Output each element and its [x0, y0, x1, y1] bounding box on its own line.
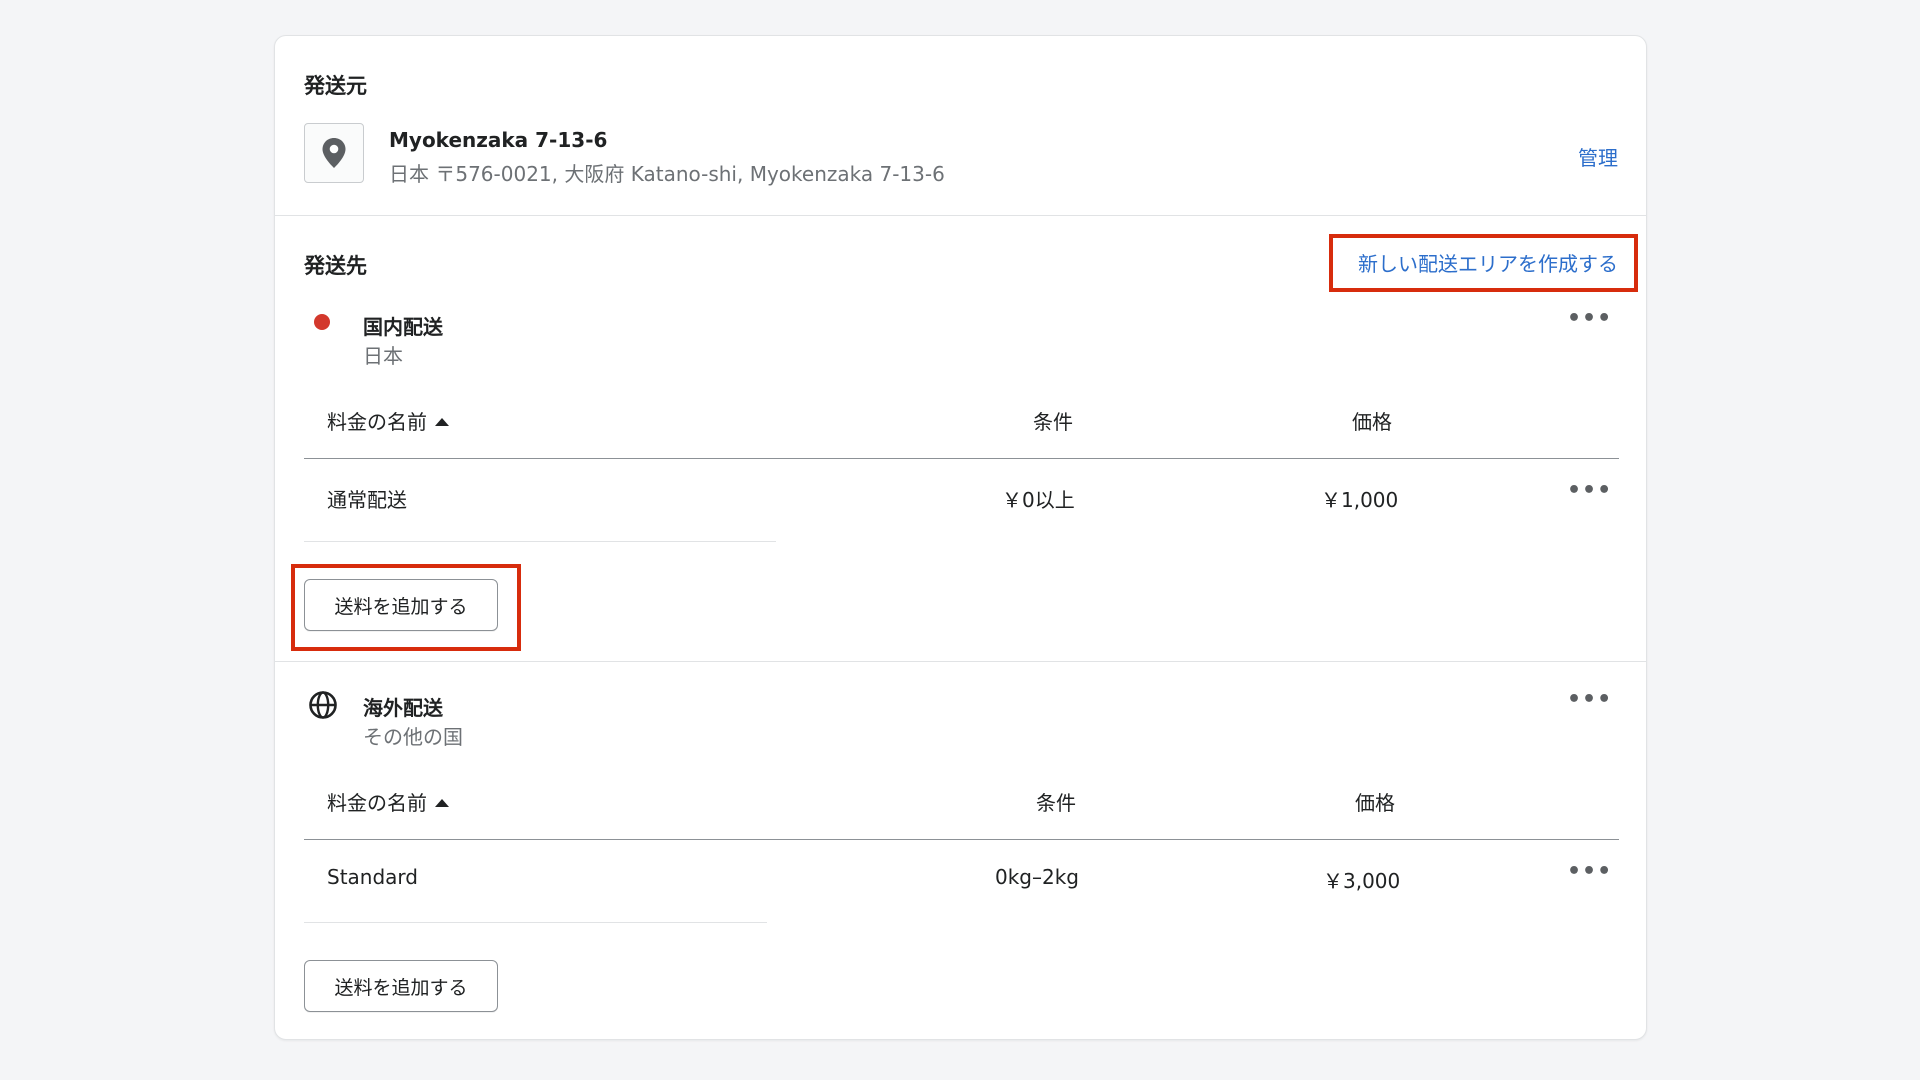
rate-price: ￥3,000	[1323, 869, 1401, 893]
domestic-zone-more-button[interactable]: •••	[1567, 306, 1612, 331]
section-divider	[275, 215, 1646, 216]
destination-heading: 発送先	[304, 254, 367, 278]
rate-price: ￥1,000	[1321, 488, 1399, 512]
column-header-condition: 条件	[1036, 791, 1076, 815]
zone-subtitle: 日本	[363, 344, 403, 368]
rate-more-button[interactable]: •••	[1567, 859, 1612, 884]
manage-location-link[interactable]: 管理	[1578, 142, 1618, 171]
rate-condition: 0kg–2kg	[995, 865, 1080, 889]
location-icon-box	[304, 123, 364, 183]
rate-name: Standard	[327, 865, 418, 889]
rate-condition: ￥0以上	[1002, 488, 1075, 512]
zone-divider	[275, 661, 1646, 662]
zone-subtitle: その他の国	[363, 725, 463, 749]
column-header-rate-name[interactable]: 料金の名前	[327, 406, 449, 435]
add-rate-button[interactable]: 送料を追加する	[304, 579, 498, 631]
row-divider	[304, 541, 776, 542]
sort-ascending-icon	[435, 798, 449, 807]
column-header-rate-name-label: 料金の名前	[327, 791, 427, 815]
globe-icon	[309, 691, 337, 719]
zone-name: 国内配送	[363, 315, 443, 339]
shipping-card: 発送元 Myokenzaka 7-13-6 日本 〒576-0021, 大阪府 …	[274, 35, 1647, 1040]
add-rate-button[interactable]: 送料を追加する	[304, 960, 498, 1012]
rate-name: 通常配送	[327, 488, 407, 512]
location-address: 日本 〒576-0021, 大阪府 Katano-shi, Myokenzaka…	[389, 162, 945, 186]
location-name: Myokenzaka 7-13-6	[389, 128, 608, 152]
zone-name: 海外配送	[363, 696, 443, 720]
domestic-zone-dot	[314, 314, 330, 330]
rate-more-button[interactable]: •••	[1567, 478, 1612, 503]
international-zone-more-button[interactable]: •••	[1567, 687, 1612, 712]
row-divider	[304, 922, 767, 923]
column-header-price: 価格	[1355, 791, 1395, 815]
sort-ascending-icon	[435, 417, 449, 426]
origin-heading: 発送元	[304, 74, 367, 98]
table-header-divider	[304, 839, 1619, 840]
table-header-divider	[304, 458, 1619, 459]
column-header-condition: 条件	[1033, 410, 1073, 434]
column-header-price: 価格	[1352, 410, 1392, 434]
map-pin-icon	[322, 138, 346, 168]
column-header-rate-name-label: 料金の名前	[327, 410, 427, 434]
column-header-rate-name[interactable]: 料金の名前	[327, 787, 449, 816]
create-zone-link[interactable]: 新しい配送エリアを作成する	[1358, 248, 1618, 277]
